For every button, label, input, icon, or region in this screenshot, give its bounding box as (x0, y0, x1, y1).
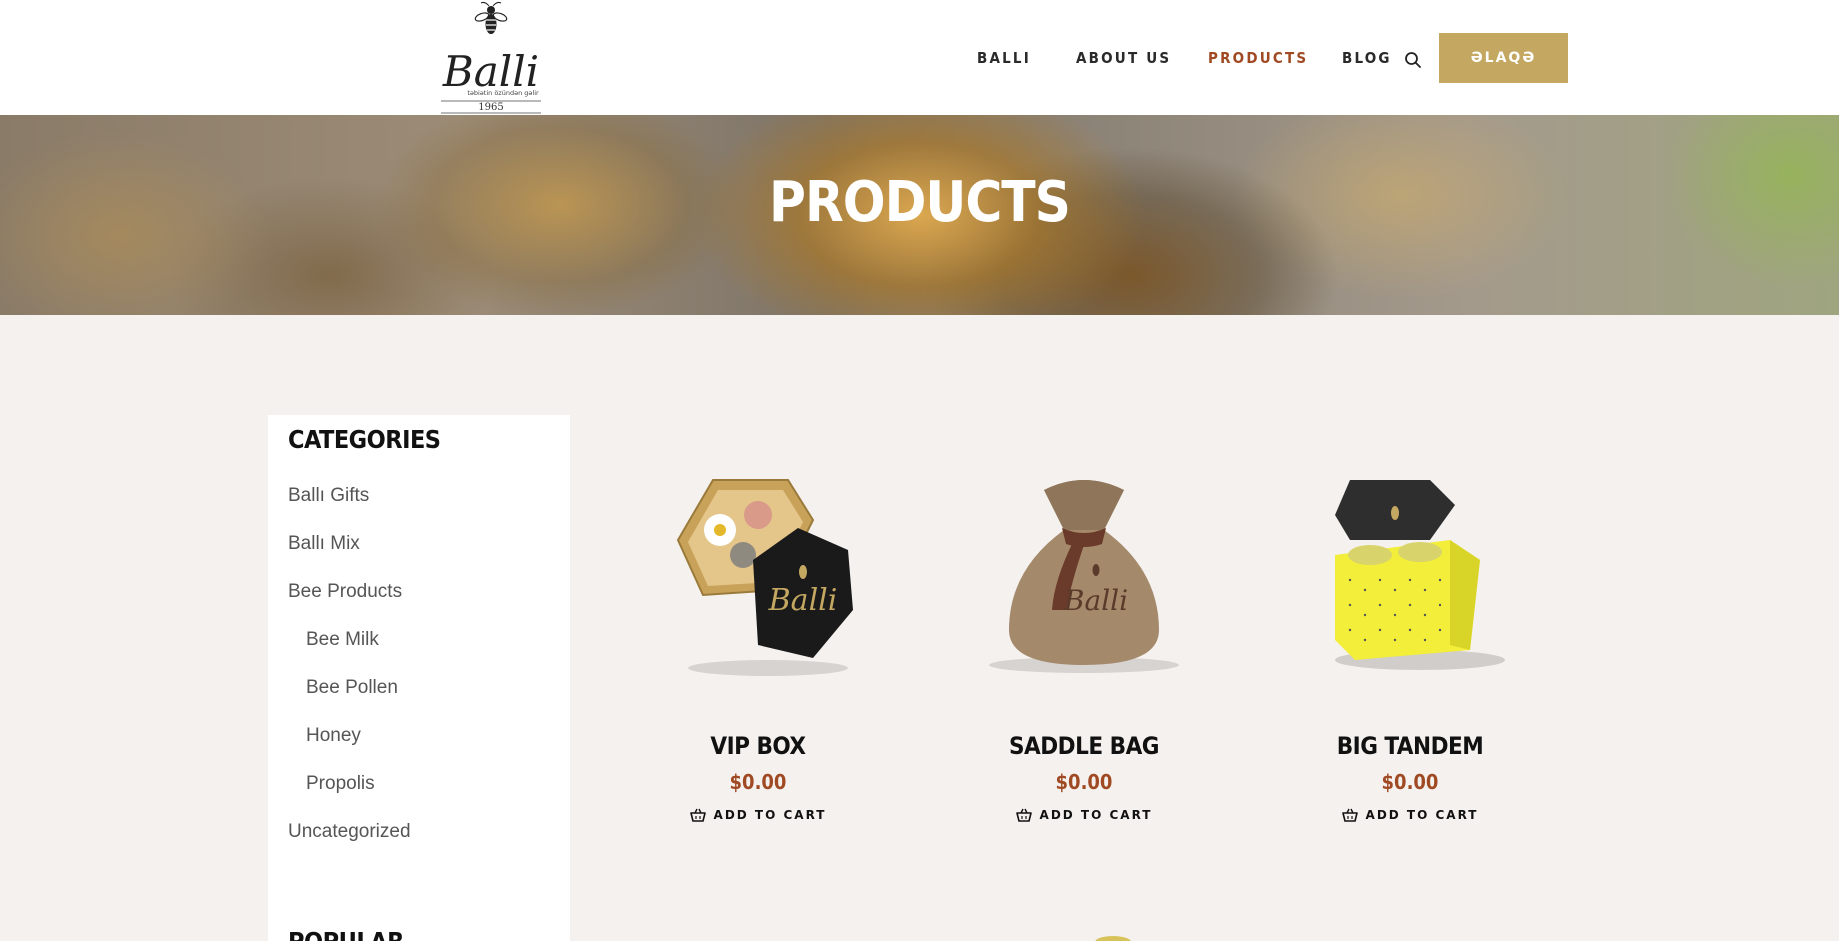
product-card: Balli VIP BOX $0.00 ADD TO CART (608, 460, 908, 840)
saddle-bag-image[interactable]: Balli (984, 460, 1184, 680)
page-title: PRODUCTS (769, 170, 1071, 235)
category-balli-mix[interactable]: Ballı Mix (288, 533, 360, 556)
category-honey[interactable]: Honey (306, 725, 361, 748)
product-card: BIG TANDEM $0.00 ADD TO CART (1260, 460, 1560, 840)
nav-item-balli[interactable]: BALLI (977, 45, 1031, 71)
basket-icon (689, 808, 706, 822)
categories-heading: CATEGORIES (288, 425, 441, 454)
site-logo[interactable]: Balli təbiətin özündən gəlir 1965 (435, 0, 547, 115)
basket-icon (1341, 808, 1358, 822)
site-header: Balli təbiətin özündən gəlir 1965 BALLI … (0, 0, 1839, 115)
category-uncategorized[interactable]: Uncategorized (288, 821, 411, 844)
popular-heading: POPULAR (288, 927, 404, 941)
contact-button[interactable]: ƏLAQƏ (1439, 33, 1568, 83)
product-price: $0.00 (1381, 770, 1439, 794)
add-to-cart-button[interactable]: ADD TO CART (934, 808, 1234, 822)
sidebar: CATEGORIES Ballı Gifts Ballı Mix Bee Pro… (268, 415, 570, 941)
next-product-image-partial (1095, 936, 1131, 941)
product-name[interactable]: BIG TANDEM (1260, 732, 1560, 760)
nav-item-blog[interactable]: BLOG (1342, 45, 1392, 71)
category-balli-gifts[interactable]: Ballı Gifts (288, 485, 369, 508)
big-tandem-image[interactable] (1310, 460, 1510, 680)
add-to-cart-label: ADD TO CART (1039, 808, 1153, 822)
product-card: Balli SADDLE BAG $0.00 ADD TO CART (934, 460, 1234, 840)
category-bee-pollen[interactable]: Bee Pollen (306, 677, 398, 700)
svg-text:1965: 1965 (478, 102, 503, 113)
add-to-cart-button[interactable]: ADD TO CART (608, 808, 908, 822)
vip-box-image[interactable]: Balli (658, 460, 858, 680)
product-price: $0.00 (1055, 770, 1113, 794)
category-bee-products[interactable]: Bee Products (288, 581, 402, 604)
bee-logo-icon (474, 1, 508, 34)
category-bee-milk[interactable]: Bee Milk (306, 629, 379, 652)
svg-text:təbiətin özündən gəlir: təbiətin özündən gəlir (467, 89, 539, 97)
add-to-cart-label: ADD TO CART (713, 808, 827, 822)
product-name[interactable]: VIP BOX (608, 732, 908, 760)
basket-icon (1015, 808, 1032, 822)
nav-item-products[interactable]: PRODUCTS (1208, 45, 1308, 71)
svg-text:Balli: Balli (768, 583, 838, 618)
page-banner: PRODUCTS (0, 115, 1839, 315)
svg-text:Balli: Balli (1063, 584, 1128, 617)
search-icon[interactable] (1403, 50, 1423, 70)
nav-item-about-us[interactable]: ABOUT US (1076, 45, 1171, 71)
add-to-cart-label: ADD TO CART (1365, 808, 1479, 822)
product-name[interactable]: SADDLE BAG (934, 732, 1234, 760)
product-price: $0.00 (729, 770, 787, 794)
add-to-cart-button[interactable]: ADD TO CART (1260, 808, 1560, 822)
category-propolis[interactable]: Propolis (306, 773, 375, 796)
